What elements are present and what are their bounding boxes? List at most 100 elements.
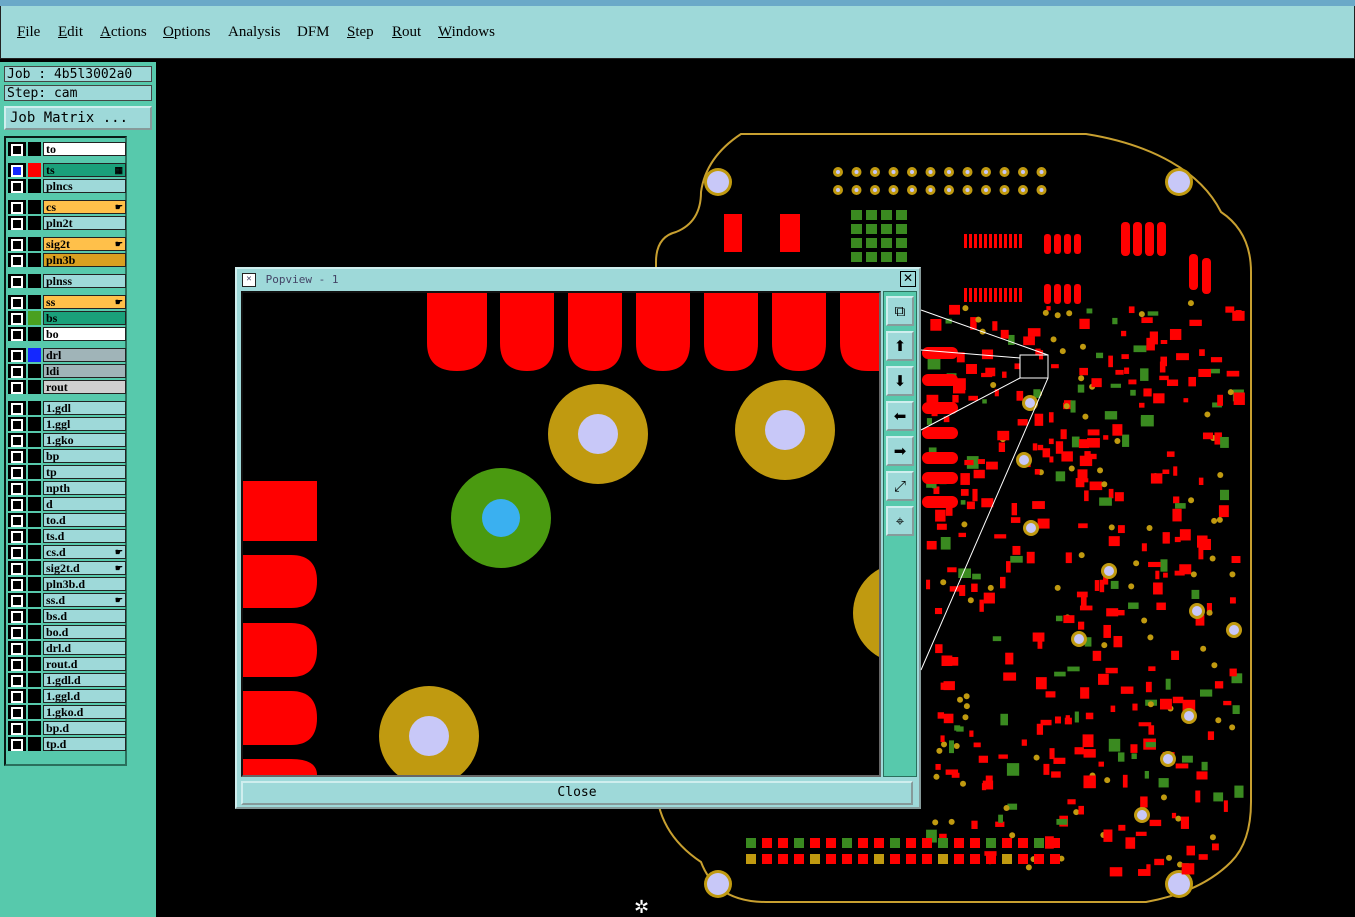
popview-canvas[interactable] xyxy=(241,291,881,777)
layer-row-bp-d[interactable]: bp.d xyxy=(8,721,126,735)
layer-row-drl-d[interactable]: drl.d xyxy=(8,641,126,655)
layer-row-cs-d[interactable]: cs.d ☛ xyxy=(8,545,126,559)
menu-edit[interactable]: Edit xyxy=(58,24,83,41)
layer-color-swatch[interactable] xyxy=(28,673,41,687)
layer-color-swatch[interactable] xyxy=(28,689,41,703)
layer-name[interactable]: rout.d xyxy=(43,657,126,671)
zoom-fit-button[interactable]: ⤢ xyxy=(886,471,914,501)
layer-checkbox[interactable] xyxy=(11,297,23,309)
layer-name[interactable]: tp.d xyxy=(43,737,126,751)
layer-color-swatch[interactable] xyxy=(28,433,41,447)
layer-name[interactable]: ss ☛ xyxy=(43,295,126,309)
layer-color-swatch[interactable] xyxy=(28,163,41,177)
layer-name[interactable]: bo xyxy=(43,327,126,341)
layer-row-to[interactable]: to xyxy=(8,142,126,156)
layer-checkbox[interactable] xyxy=(11,611,23,623)
layer-color-swatch[interactable] xyxy=(28,253,41,267)
layer-color-swatch[interactable] xyxy=(28,737,41,751)
layer-name[interactable]: ts ▦ xyxy=(43,163,126,177)
pan-left-button[interactable]: ⬅ xyxy=(886,401,914,431)
popview-close-icon[interactable]: ✕ xyxy=(900,271,916,287)
layer-name[interactable]: sig2t ☛ xyxy=(43,237,126,251)
layer-color-swatch[interactable] xyxy=(28,449,41,463)
layer-name[interactable]: cs.d ☛ xyxy=(43,545,126,559)
layer-name[interactable]: d xyxy=(43,497,126,511)
layer-color-swatch[interactable] xyxy=(28,529,41,543)
menu-step[interactable]: Step xyxy=(347,24,374,41)
menu-dfm[interactable]: DFM xyxy=(297,24,330,41)
layer-color-swatch[interactable] xyxy=(28,481,41,495)
layer-row-1-gdl-d[interactable]: 1.gdl.d xyxy=(8,673,126,687)
layer-name[interactable]: rout xyxy=(43,380,126,394)
layer-row-rout-d[interactable]: rout.d xyxy=(8,657,126,671)
layer-row-sig2t-d[interactable]: sig2t.d ☛ xyxy=(8,561,126,575)
layer-checkbox[interactable] xyxy=(11,350,23,362)
layer-checkbox[interactable] xyxy=(11,181,23,193)
popview-titlebar[interactable]: ✕ Popview - 1 xyxy=(239,271,917,289)
layer-checkbox[interactable] xyxy=(11,691,23,703)
job-matrix-button[interactable]: Job Matrix ... xyxy=(4,106,152,130)
layer-color-swatch[interactable] xyxy=(28,545,41,559)
layer-row-bo[interactable]: bo xyxy=(8,327,126,341)
layer-row-pln3b-d[interactable]: pln3b.d xyxy=(8,577,126,591)
layer-checkbox[interactable] xyxy=(11,144,23,156)
layer-row-to-d[interactable]: to.d xyxy=(8,513,126,527)
layer-row-1-ggl-d[interactable]: 1.ggl.d xyxy=(8,689,126,703)
layer-row-cs[interactable]: cs ☛ xyxy=(8,200,126,214)
layer-checkbox[interactable] xyxy=(11,403,23,415)
layer-color-swatch[interactable] xyxy=(28,561,41,575)
layer-row-pln2t[interactable]: pln2t xyxy=(8,216,126,230)
layer-color-swatch[interactable] xyxy=(28,593,41,607)
layer-row-rout[interactable]: rout xyxy=(8,380,126,394)
pan-down-button[interactable]: ⬇ xyxy=(886,366,914,396)
layer-name[interactable]: bs xyxy=(43,311,126,325)
layer-checkbox[interactable] xyxy=(11,366,23,378)
layer-name[interactable]: pln3b xyxy=(43,253,126,267)
layer-checkbox[interactable] xyxy=(11,579,23,591)
layer-name[interactable]: npth xyxy=(43,481,126,495)
layer-color-swatch[interactable] xyxy=(28,237,41,251)
layer-checkbox[interactable] xyxy=(11,531,23,543)
layer-color-swatch[interactable] xyxy=(28,641,41,655)
layer-name[interactable]: pln3b.d xyxy=(43,577,126,591)
layer-color-swatch[interactable] xyxy=(28,274,41,288)
layer-checkbox[interactable] xyxy=(11,313,23,325)
pan-up-button[interactable]: ⬆ xyxy=(886,331,914,361)
zoom-home-button[interactable]: ⌖ xyxy=(886,506,914,536)
layer-row-ts-d[interactable]: ts.d xyxy=(8,529,126,543)
layer-row-bo-d[interactable]: bo.d xyxy=(8,625,126,639)
layer-checkbox[interactable] xyxy=(11,218,23,230)
layer-row-ss[interactable]: ss ☛ xyxy=(8,295,126,309)
layer-row-tp[interactable]: tp xyxy=(8,465,126,479)
layer-checkbox[interactable] xyxy=(11,435,23,447)
layer-color-swatch[interactable] xyxy=(28,657,41,671)
layer-color-swatch[interactable] xyxy=(28,327,41,341)
layer-checkbox[interactable] xyxy=(11,276,23,288)
layer-checkbox[interactable] xyxy=(11,467,23,479)
layer-checkbox[interactable] xyxy=(11,595,23,607)
layer-checkbox[interactable] xyxy=(11,329,23,341)
menu-rout[interactable]: Rout xyxy=(392,24,421,41)
layer-row-ldi[interactable]: ldi xyxy=(8,364,126,378)
layer-row-1-gdl[interactable]: 1.gdl xyxy=(8,401,126,415)
layer-color-swatch[interactable] xyxy=(28,364,41,378)
layer-checkbox[interactable] xyxy=(11,451,23,463)
layer-checkbox[interactable] xyxy=(11,483,23,495)
layer-name[interactable]: bp xyxy=(43,449,126,463)
layer-checkbox[interactable] xyxy=(11,547,23,559)
layer-color-swatch[interactable] xyxy=(28,497,41,511)
layer-color-swatch[interactable] xyxy=(28,609,41,623)
layer-checkbox[interactable] xyxy=(11,739,23,751)
layer-row-ts[interactable]: ts ▦ xyxy=(8,163,126,177)
menu-actions[interactable]: Actions xyxy=(100,24,147,41)
layer-color-swatch[interactable] xyxy=(28,465,41,479)
menu-options[interactable]: Options xyxy=(163,24,211,41)
layer-name[interactable]: bo.d xyxy=(43,625,126,639)
layer-checkbox[interactable] xyxy=(11,202,23,214)
layer-row-bs[interactable]: bs xyxy=(8,311,126,325)
menu-windows[interactable]: Windows xyxy=(438,24,495,41)
layer-checkbox[interactable] xyxy=(11,165,23,177)
layer-color-swatch[interactable] xyxy=(28,348,41,362)
layer-color-swatch[interactable] xyxy=(28,311,41,325)
layer-checkbox[interactable] xyxy=(11,659,23,671)
